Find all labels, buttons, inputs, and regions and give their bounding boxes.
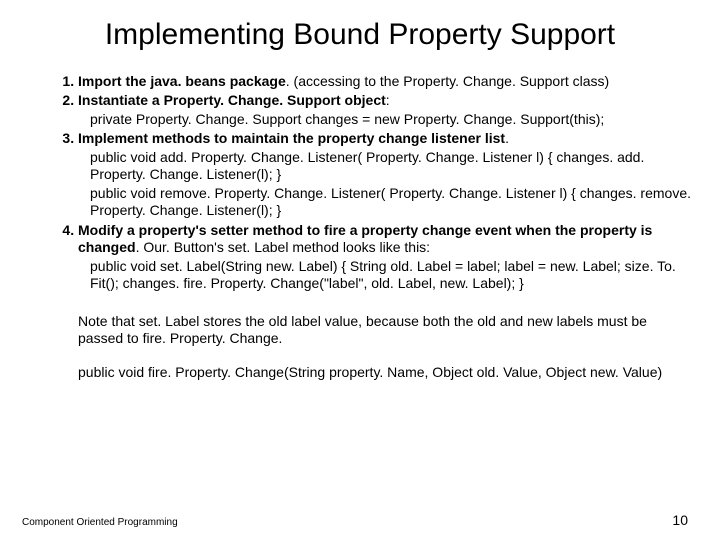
list-item: Instantiate a Property. Change. Support … — [78, 92, 692, 128]
code-line: public void remove. Property. Change. Li… — [78, 185, 692, 220]
item-lead-bold: Instantiate a Property. Change. Support … — [78, 92, 386, 108]
item-lead-rest: . — [505, 130, 509, 146]
code-line: public void add. Property. Change. Liste… — [78, 149, 692, 184]
code-line: private Property. Change. Support change… — [78, 111, 692, 129]
note-text: Note that set. Label stores the old labe… — [78, 313, 647, 347]
item-lead-bold: Import the java. beans package — [78, 73, 286, 89]
page-number: 10 — [672, 512, 688, 528]
item-lead-rest: : — [386, 92, 390, 108]
list-item: Implement methods to maintain the proper… — [78, 130, 692, 220]
list-item: Modify a property's setter method to fir… — [78, 222, 692, 293]
code-line: public void set. Label(String new. Label… — [78, 258, 692, 293]
numbered-list: Import the java. beans package. (accessi… — [28, 73, 692, 293]
note-paragraph: Note that set. Label stores the old labe… — [28, 313, 692, 348]
item-lead-rest: . Our. Button's set. Label method looks … — [136, 239, 431, 255]
list-item: Import the java. beans package. (accessi… — [78, 73, 692, 91]
footer-left: Component Oriented Programming — [22, 517, 178, 528]
item-lead-rest: . (accessing to the Property. Change. Su… — [286, 73, 609, 89]
item-lead-bold: Implement methods to maintain the proper… — [78, 130, 505, 146]
signature-text: public void fire. Property. Change(Strin… — [78, 364, 662, 380]
page-title: Implementing Bound Property Support — [28, 18, 692, 53]
signature-line: public void fire. Property. Change(Strin… — [28, 364, 692, 382]
